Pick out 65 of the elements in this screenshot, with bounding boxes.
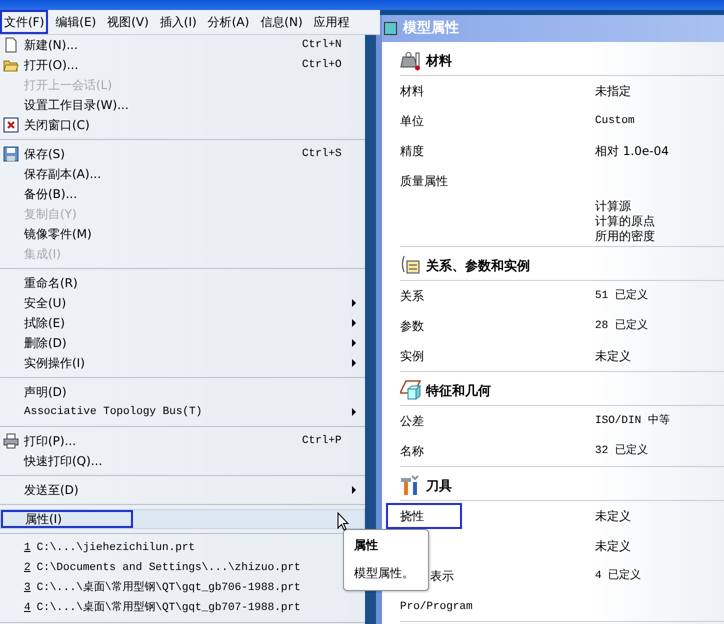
property-value: 未定义: [595, 538, 631, 554]
menu-item[interactable]: 新建(N)... Ctrl+N: [0, 35, 365, 55]
property-label: 名称: [400, 444, 424, 458]
printer-icon: [3, 433, 19, 449]
property-value: 未定义: [595, 348, 631, 364]
property-value: 未指定: [595, 84, 631, 98]
property-value: 4 已定义: [595, 568, 642, 584]
property-label: 参数: [400, 319, 424, 333]
recent-file-item[interactable]: 4 C:\...\桌面\常用型钢\QT\gqt_gb707-1988.prt: [0, 598, 365, 618]
menu-item[interactable]: 分析(A): [204, 10, 254, 34]
section-heading: 刀具: [426, 478, 452, 496]
menu-item[interactable]: 插入(I): [156, 10, 201, 34]
property-value: 相对 1.0e-04: [595, 144, 669, 158]
property-label: 公差: [400, 414, 424, 428]
property-label: 挠性: [400, 509, 424, 523]
property-value: 未定义: [595, 508, 631, 524]
property-label: 关系: [400, 289, 424, 303]
menu-item[interactable]: 保存副本(A)...: [0, 164, 365, 184]
property-value: 51 已定义: [595, 288, 648, 304]
property-label: 单位: [400, 114, 424, 128]
menu-item[interactable]: 保存(S) Ctrl+S: [0, 144, 365, 164]
property-label: 实例: [400, 349, 424, 363]
section-heading: 材料: [426, 52, 452, 70]
menu-item[interactable]: 设置工作目录(W)...: [0, 95, 365, 115]
menu-item[interactable]: 实例操作(I): [0, 353, 365, 373]
menu-item[interactable]: 文件(F): [0, 10, 48, 34]
menu-item[interactable]: 快速打印(Q)...: [0, 451, 365, 471]
tooltip-text: 模型属性。: [354, 565, 415, 582]
property-value: 28 已定义: [595, 318, 648, 334]
menu-item[interactable]: 编辑(E): [51, 10, 100, 34]
menu-item[interactable]: 打开(O)... Ctrl+O: [0, 55, 365, 75]
menu-item[interactable]: 声明(D): [0, 382, 365, 402]
tooltip-title: 属性: [354, 537, 379, 554]
menu-item[interactable]: 视图(V): [103, 10, 153, 34]
menu-item[interactable]: Associative Topology Bus(T): [0, 402, 365, 422]
menu-item[interactable]: 安全(U): [0, 293, 365, 313]
property-label: 质量属性: [400, 174, 448, 188]
menu-item[interactable]: 打印(P)... Ctrl+P: [0, 431, 365, 451]
page-icon: [3, 37, 19, 53]
formula-icon: [400, 254, 422, 276]
close-icon: [3, 117, 19, 133]
property-label: 精度: [400, 144, 424, 158]
menu-item[interactable]: 应用程: [310, 10, 354, 34]
menu-item[interactable]: 镜像零件(M): [0, 224, 365, 244]
weight-icon: [400, 49, 422, 71]
menu-item[interactable]: 删除(D): [0, 333, 365, 353]
section-heading: 关系、参数和实例: [426, 258, 530, 276]
window-title: 模型属性: [403, 19, 459, 38]
menu-item[interactable]: 关闭窗口(C): [0, 115, 365, 135]
menu-item[interactable]: 拭除(E): [0, 313, 365, 333]
feature-icon: [400, 379, 422, 401]
property-label: 材料: [400, 84, 424, 98]
property-label: 表示: [430, 569, 454, 583]
section-heading: 特征和几何: [426, 382, 491, 400]
menu-item[interactable]: 重命名(R): [0, 273, 365, 293]
cube-icon: [384, 22, 397, 35]
property-value: 32 已定义: [595, 444, 648, 458]
menu-item[interactable]: 备份(B)...: [0, 184, 365, 204]
menu-item[interactable]: 信息(N): [256, 10, 307, 34]
menu-item[interactable]: 发送至(D): [0, 480, 365, 500]
property-value: Custom: [595, 114, 635, 128]
property-label: Pro/Program: [400, 601, 473, 614]
menu-item[interactable]: 属性(I): [0, 509, 365, 529]
property-value: 计算源 计算的原点 所用的密度: [595, 199, 655, 244]
property-value: ISO/DIN 中等: [595, 414, 670, 428]
